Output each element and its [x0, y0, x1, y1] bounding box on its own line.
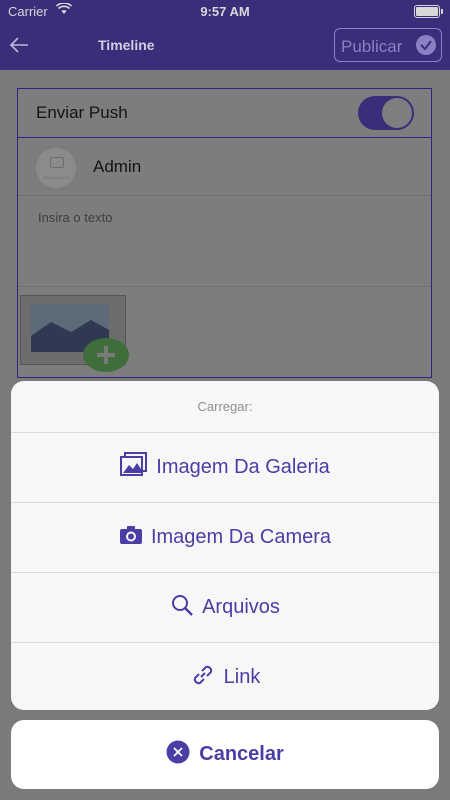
- gallery-label: Imagem Da Galeria: [156, 456, 330, 478]
- push-toggle[interactable]: [358, 96, 414, 130]
- gallery-option[interactable]: Imagem Da Galeria: [11, 433, 439, 503]
- publish-label: Publicar: [341, 37, 403, 56]
- link-option[interactable]: Link: [11, 643, 439, 710]
- image-thumbnail[interactable]: [20, 295, 129, 372]
- avatar[interactable]: SEM IMAGEM: [36, 148, 76, 188]
- clock: 9:57 AM: [200, 4, 250, 19]
- push-row: Enviar Push: [18, 89, 431, 138]
- post-text-input[interactable]: Insira o texto: [18, 196, 431, 287]
- cancel-label: Cancelar: [199, 743, 284, 765]
- link-label: Link: [223, 666, 261, 688]
- upload-action-sheet: Carregar: Imagem Da Galeria Imagem Da Ca…: [11, 381, 439, 710]
- search-icon: [170, 593, 194, 623]
- close-circle-icon: [166, 740, 190, 770]
- camera-icon: [119, 525, 143, 551]
- camera-label: Imagem Da Camera: [150, 526, 332, 548]
- battery-icon: [414, 5, 443, 18]
- push-label: Enviar Push: [36, 103, 128, 122]
- avatar-caption: SEM IMAGEM: [42, 175, 69, 180]
- author-row: SEM IMAGEM Admin: [18, 137, 431, 196]
- back-arrow-icon[interactable]: [8, 32, 30, 58]
- files-label: Arquivos: [202, 596, 280, 618]
- link-icon: [190, 662, 216, 694]
- toggle-knob: [382, 98, 412, 128]
- status-bar: Carrier 9:57 AM: [0, 0, 450, 22]
- post-card: Enviar Push SEM IMAGEM Admin Insira o te…: [17, 88, 432, 378]
- camera-placeholder-icon: [50, 157, 64, 168]
- sheet-title: Carregar:: [11, 381, 439, 433]
- author-name: Admin: [93, 157, 142, 176]
- nav-bar: Timeline Publicar: [0, 22, 450, 70]
- publish-button[interactable]: Publicar: [334, 28, 442, 62]
- cancel-button[interactable]: Cancelar: [11, 720, 439, 789]
- page-title: Timeline: [98, 37, 155, 53]
- gallery-icon: [120, 451, 148, 485]
- add-image-icon[interactable]: [83, 338, 129, 372]
- check-icon: [416, 35, 436, 55]
- camera-option[interactable]: Imagem Da Camera: [11, 503, 439, 573]
- files-option[interactable]: Arquivos: [11, 573, 439, 643]
- text-placeholder: Insira o texto: [38, 210, 113, 225]
